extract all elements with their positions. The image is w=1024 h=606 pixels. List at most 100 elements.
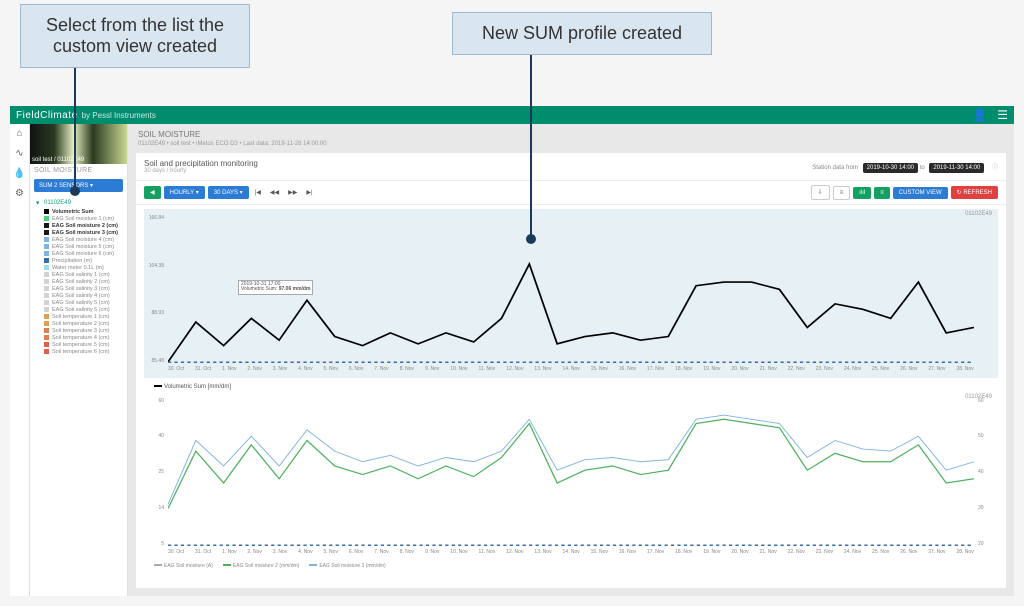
refresh-button[interactable]: ↻ REFRESH	[951, 186, 998, 199]
sensor-item[interactable]: EAG Soil salinity 1 (cm)	[32, 271, 125, 278]
rail-home-icon[interactable]: ⌂	[13, 128, 27, 142]
sensor-color-swatch	[44, 258, 49, 263]
nav-rail: ⌂ ∿ 💧 ⚙	[10, 124, 30, 596]
sensor-item-label: EAG Soil moisture 6 (cm)	[52, 251, 123, 257]
chart2-y-axis-right: 6050403020	[976, 398, 998, 547]
breadcrumb: SOIL MOISTURE 01102E49 • soil test • iMe…	[128, 124, 1014, 153]
chart-volumetric-sum[interactable]: 01102E49 166.84104.3888.9385.48 30. Oct3…	[144, 209, 998, 378]
nav-last-button[interactable]: ▶|	[303, 189, 315, 196]
sensor-item[interactable]: EAG Soil salinity 4 (cm)	[32, 292, 125, 299]
nav-first-button[interactable]: |◀	[252, 189, 264, 196]
app-window: FieldClimate by Pessl Instruments 👤 ☰ ⌂ …	[10, 106, 1014, 596]
sensor-item-label: EAG Soil salinity 1 (cm)	[52, 272, 123, 278]
sidebar: soil test / 01102E49 SOIL MOISTURE SUM 2…	[30, 124, 128, 596]
sensor-item-label: EAG Soil moisture 1 (cm)	[52, 216, 123, 222]
annotation-dot-1	[70, 186, 80, 196]
sensor-color-swatch	[44, 223, 49, 228]
sensor-item-label: EAG Soil salinity 5 (cm)	[52, 300, 123, 306]
sensor-item[interactable]: EAG Soil moisture 2 (cm)	[32, 222, 125, 229]
sensor-item[interactable]: Soil temperature 6 (cm)	[32, 348, 125, 355]
panel-subtitle: 30 days / hourly	[144, 168, 812, 174]
sensor-item-label: Precipitation (m)	[52, 258, 123, 264]
sensor-color-swatch	[44, 314, 49, 319]
annotation-dot-2	[526, 234, 536, 244]
sensor-item[interactable]: Soil temperature 2 (cm)	[32, 320, 125, 327]
sensor-color-swatch	[44, 230, 49, 235]
sensor-item[interactable]: Soil temperature 1 (cm)	[32, 313, 125, 320]
sensor-item-label: Soil temperature 1 (cm)	[52, 314, 123, 320]
user-icon[interactable]: 👤	[972, 108, 987, 122]
sensor-color-swatch	[44, 279, 49, 284]
chart1-x-axis: 30. Oct31. Oct1. Nov2. Nov3. Nov4. Nov5.…	[168, 366, 974, 376]
sensor-item[interactable]: Soil temperature 4 (cm)	[32, 334, 125, 341]
info-icon[interactable]: ⓘ	[992, 165, 998, 171]
sensor-tree-root[interactable]: ▾ 01102E49	[32, 198, 125, 208]
sensor-color-swatch	[44, 251, 49, 256]
sensor-item-label: EAG Soil salinity 4 (cm)	[52, 293, 123, 299]
sensor-color-swatch	[44, 328, 49, 333]
sensor-color-swatch	[44, 342, 49, 347]
sensor-item[interactable]: EAG Soil salinity 3 (cm)	[32, 285, 125, 292]
sensor-item[interactable]: EAG Soil salinity 2 (cm)	[32, 278, 125, 285]
range-to-badge[interactable]: 2019-11-30 14:00	[929, 163, 984, 173]
sensor-item-label: EAG Soil salinity 6 (cm)	[52, 307, 123, 313]
nav-next-button[interactable]: ▶▶	[285, 189, 300, 196]
sensor-item-label: Soil temperature 4 (cm)	[52, 335, 123, 341]
sensor-item-label: Soil temperature 3 (cm)	[52, 328, 123, 334]
sensor-item[interactable]: EAG Soil salinity 6 (cm)	[32, 306, 125, 313]
sensor-color-swatch	[44, 209, 49, 214]
sensor-item-label: Soil temperature 5 (cm)	[52, 342, 123, 348]
rail-gear-icon[interactable]: ⚙	[13, 188, 27, 202]
chart-soil-moisture[interactable]: 01102E49 604025145 6050403020 30. Oct31.…	[144, 392, 998, 561]
sensor-color-swatch	[44, 216, 49, 221]
rail-wave-icon[interactable]: ∿	[13, 148, 27, 162]
sensor-item[interactable]: Volumetric Sum	[32, 208, 125, 215]
sensor-item-label: EAG Soil moisture 3 (cm)	[52, 230, 123, 236]
page-title: SOIL MOISTURE	[138, 130, 1004, 139]
sensor-item-label: EAG Soil moisture 4 (cm)	[52, 237, 123, 243]
page-subtitle: 01102E49 • soil test • iMetos ECO D3 • L…	[138, 141, 1004, 147]
legend-item: EAG Soil moisture 3 (mm/dm)	[309, 563, 385, 569]
sensor-item[interactable]: EAG Soil moisture 3 (cm)	[32, 229, 125, 236]
download-button[interactable]: ⇩	[811, 185, 830, 200]
play-button[interactable]: ◀	[144, 186, 161, 199]
sensor-color-swatch	[44, 293, 49, 298]
sensor-item[interactable]: EAG Soil salinity 5 (cm)	[32, 299, 125, 306]
sensor-item[interactable]: EAG Soil moisture 6 (cm)	[32, 250, 125, 257]
chart-mode-list-button[interactable]: ≡	[874, 187, 890, 199]
chart2-legend: EAG Soil moisture (A)EAG Soil moisture 2…	[144, 561, 998, 571]
sensor-item-label: EAG Soil salinity 2 (cm)	[52, 279, 123, 285]
sidebar-hero-image: soil test / 01102E49	[30, 124, 127, 164]
range-label: Station data from	[812, 165, 858, 171]
custom-view-button[interactable]: CUSTOM VIEW	[893, 187, 948, 199]
period-dropdown[interactable]: 30 DAYS ▾	[208, 186, 249, 199]
sensor-item-label: Volumetric Sum	[52, 209, 123, 215]
sensor-item[interactable]: Precipitation (m)	[32, 257, 125, 264]
sensor-tree: ▾ 01102E49 Volumetric SumEAG Soil moistu…	[30, 194, 127, 359]
sensor-item[interactable]: EAG Soil moisture 5 (cm)	[32, 243, 125, 250]
sensor-tree-root-label: 01102E49	[44, 200, 71, 206]
menu-icon[interactable]: ☰	[997, 108, 1008, 122]
sensor-item[interactable]: Soil temperature 5 (cm)	[32, 341, 125, 348]
aggregation-dropdown[interactable]: HOURLY ▾	[164, 186, 205, 199]
sensor-color-swatch	[44, 300, 49, 305]
sensor-color-swatch	[44, 321, 49, 326]
table-button[interactable]: ≡	[833, 186, 851, 200]
sensor-item[interactable]: EAG Soil moisture 4 (cm)	[32, 236, 125, 243]
legend-item: EAG Soil moisture (A)	[154, 563, 213, 569]
nav-prev-button[interactable]: ◀◀	[267, 189, 282, 196]
rail-drop-icon[interactable]: 💧	[13, 168, 27, 182]
sensor-item[interactable]: Water meter 0.1L (m)	[32, 264, 125, 271]
chart1-y-axis: 166.84104.3888.9385.48	[144, 215, 166, 364]
chart2-plot	[168, 398, 974, 547]
sensor-color-swatch	[44, 349, 49, 354]
annotation-callout-1: Select from the list the custom view cre…	[20, 4, 250, 68]
sensor-item-label: EAG Soil salinity 3 (cm)	[52, 286, 123, 292]
sensor-item-label: Soil temperature 2 (cm)	[52, 321, 123, 327]
range-from-badge[interactable]: 2019-10-30 14:00	[863, 163, 918, 173]
sensor-color-swatch	[44, 307, 49, 312]
annotation-line-1	[74, 60, 76, 188]
sensor-item[interactable]: Soil temperature 3 (cm)	[32, 327, 125, 334]
chart-mode-bar-button[interactable]: ılıl	[853, 187, 871, 199]
sensor-item[interactable]: EAG Soil moisture 1 (cm)	[32, 215, 125, 222]
